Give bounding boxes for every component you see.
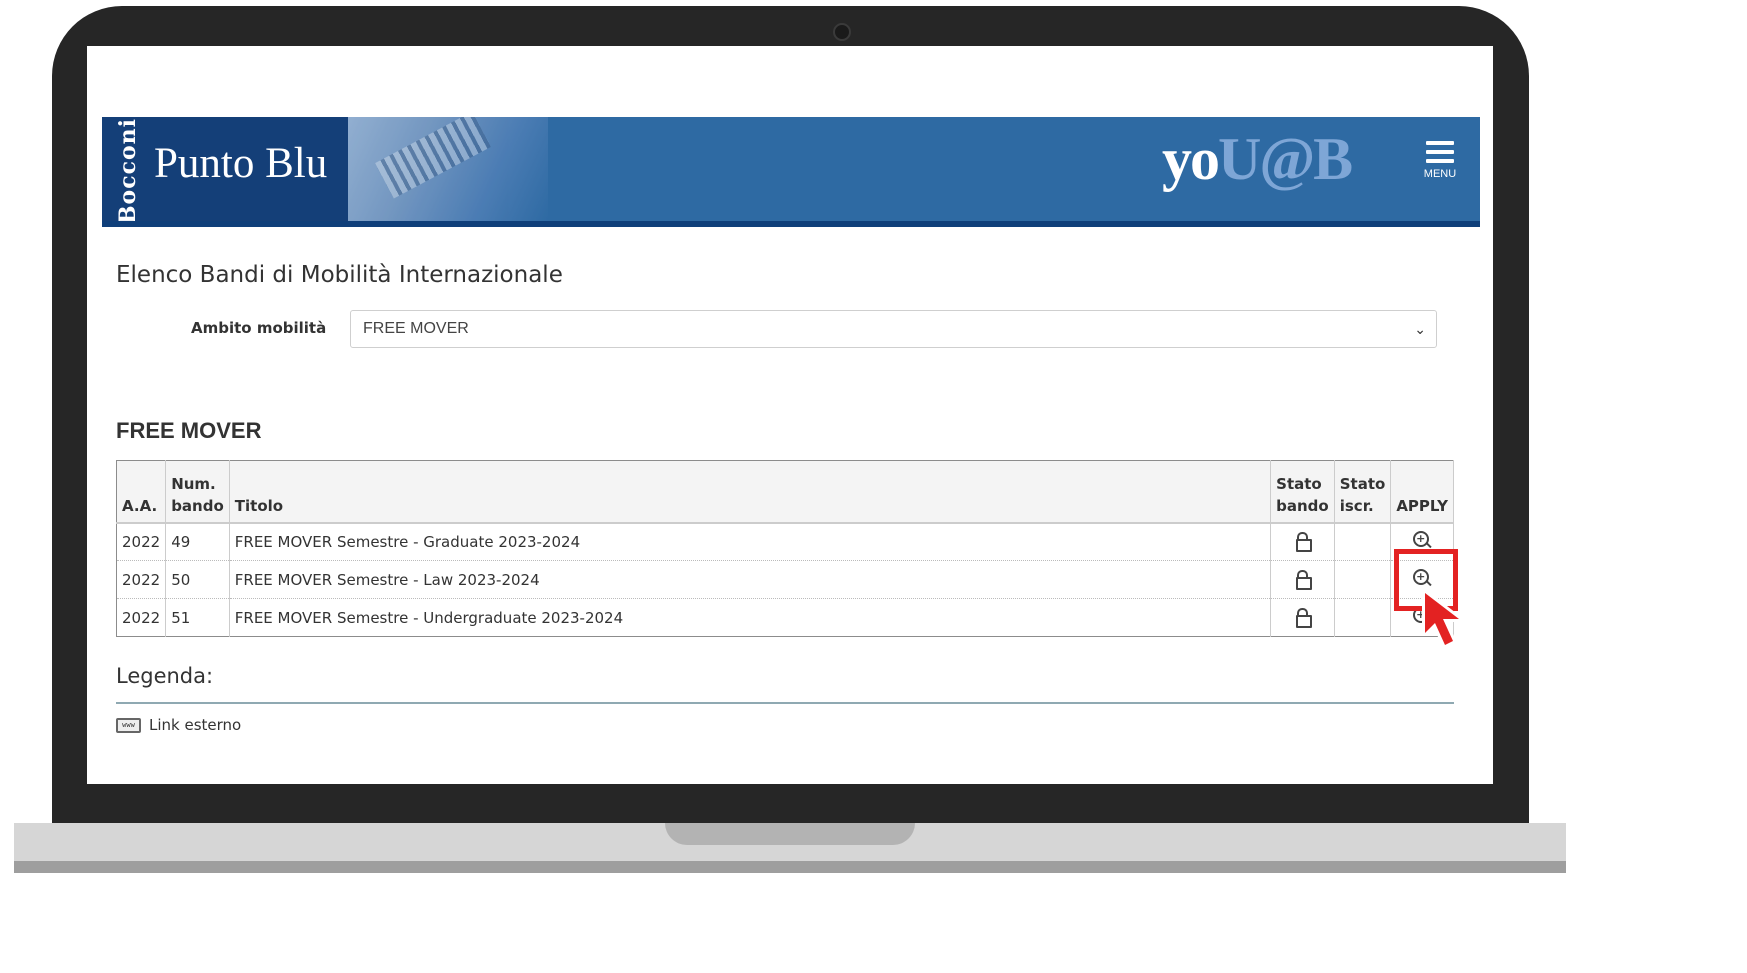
- zoom-in-icon[interactable]: +: [1412, 530, 1432, 550]
- page-title: Elenco Bandi di Mobilità Internazionale: [116, 262, 563, 288]
- table-row: 2022 49 FREE MOVER Semestre - Graduate 2…: [116, 522, 1454, 561]
- hamburger-icon: [1420, 141, 1460, 163]
- menu-button[interactable]: MENU: [1420, 141, 1460, 191]
- unlock-icon: [1295, 607, 1313, 628]
- legend-item-link-esterno: www Link esterno: [116, 716, 241, 734]
- youab-logo[interactable]: yoU@B: [1162, 125, 1353, 194]
- cell-num: 51: [165, 598, 230, 637]
- cell-stato-iscr: [1334, 598, 1392, 637]
- menu-label: MENU: [1423, 168, 1457, 180]
- col-header-titolo[interactable]: Titolo: [229, 460, 1272, 524]
- cell-num: 49: [165, 522, 230, 561]
- legend-title: Legenda:: [116, 664, 214, 688]
- table-row: 2022 50 FREE MOVER Semestre - Law 2023-2…: [116, 560, 1454, 599]
- col-header-num-bando[interactable]: Num. bando: [165, 460, 230, 524]
- ambito-label: Ambito mobilità: [191, 319, 327, 337]
- chevron-down-icon: ⌄: [1414, 321, 1426, 337]
- cell-stato-bando: [1270, 598, 1335, 637]
- unlock-icon: [1295, 569, 1313, 590]
- youab-logo-yo: yo: [1162, 126, 1220, 192]
- table-row: 2022 51 FREE MOVER Semestre - Undergradu…: [116, 598, 1454, 637]
- camera-icon: [833, 23, 851, 41]
- cell-aa: 2022: [116, 598, 167, 637]
- table-header-row: A.A. Num. bando Titolo Stato bando Stato is…: [116, 460, 1454, 524]
- ambito-select[interactable]: FREE MOVER ⌄: [350, 310, 1437, 348]
- laptop-notch: [665, 823, 915, 845]
- cell-stato-iscr: [1334, 560, 1392, 599]
- legend-divider: [116, 702, 1454, 704]
- col-header-stato-iscr[interactable]: Stato iscr.: [1334, 460, 1392, 524]
- cell-stato-iscr: [1334, 522, 1392, 561]
- cell-num: 50: [165, 560, 230, 599]
- header-banner: Bocconi Punto Blu yoU@B MENU: [102, 117, 1480, 227]
- unlock-icon: [1295, 531, 1313, 552]
- cell-aa: 2022: [116, 522, 167, 561]
- col-header-stato-bando[interactable]: Stato bando: [1270, 460, 1335, 524]
- cell-titolo: FREE MOVER Semestre - Graduate 2023-2024: [229, 522, 1272, 561]
- ambito-select-value: FREE MOVER: [363, 320, 469, 337]
- legend-item-label: Link esterno: [149, 716, 242, 734]
- keyboard-image: [348, 117, 548, 221]
- cell-titolo: FREE MOVER Semestre - Law 2023-2024: [229, 560, 1272, 599]
- col-header-apply: APPLY: [1390, 460, 1454, 524]
- cursor-arrow-icon: [1422, 590, 1462, 648]
- cell-stato-bando: [1270, 560, 1335, 599]
- punto-blu-title: Punto Blu: [154, 140, 328, 187]
- youab-logo-uab: U@B: [1218, 126, 1353, 192]
- brand-block: Bocconi Punto Blu: [102, 117, 348, 221]
- bocconi-logo: Bocconi: [115, 117, 141, 225]
- bandi-table: A.A. Num. bando Titolo Stato bando Stato is…: [116, 460, 1454, 637]
- cell-titolo: FREE MOVER Semestre - Undergraduate 2023…: [229, 598, 1272, 637]
- cell-stato-bando: [1270, 522, 1335, 561]
- www-icon: www: [116, 717, 141, 733]
- section-title: FREE MOVER: [116, 418, 262, 443]
- cell-aa: 2022: [116, 560, 167, 599]
- screen: Bocconi Punto Blu yoU@B MENU Elenco Band…: [87, 46, 1493, 784]
- col-header-aa[interactable]: A.A.: [116, 460, 167, 524]
